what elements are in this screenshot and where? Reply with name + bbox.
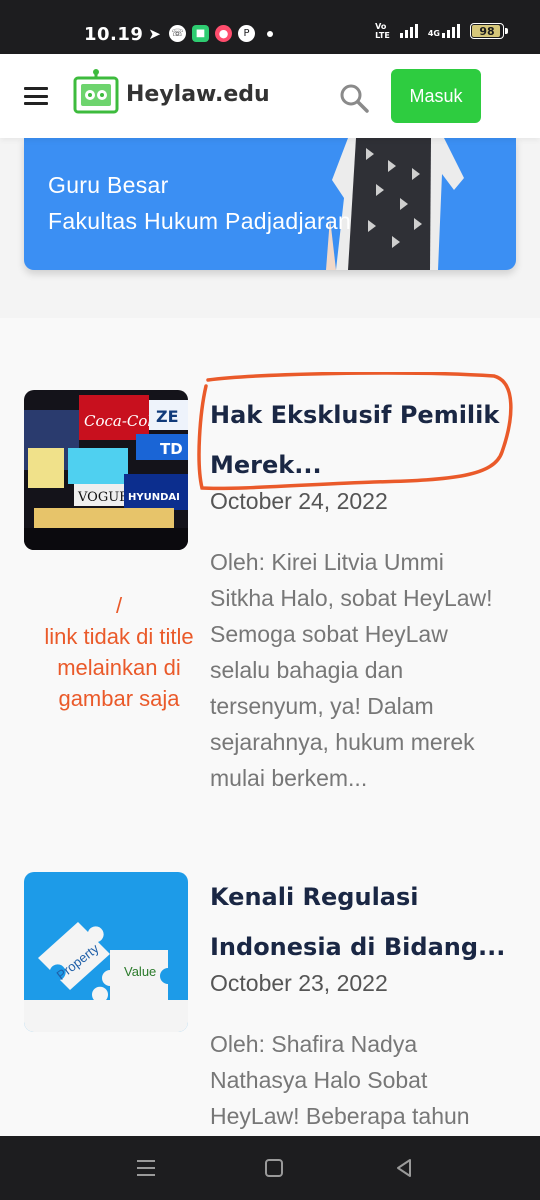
telegram-icon: ➤: [148, 24, 161, 43]
profile-section: Guru Besar Fakultas Hukum Padjadjaran: [0, 138, 540, 318]
site-header: Heylaw.edu Masuk: [0, 54, 540, 138]
profile-card[interactable]: Guru Besar Fakultas Hukum Padjadjaran: [24, 138, 516, 270]
signal-icon: [399, 24, 418, 38]
whatsapp-icon: ☏: [169, 25, 186, 42]
battery-level: 98: [479, 24, 495, 38]
volte-icon: Vo LTE: [375, 22, 390, 40]
incognito-icon: ●: [215, 25, 232, 42]
status-right: Vo LTE 4G 98: [375, 22, 508, 40]
profile-title: Guru Besar: [48, 172, 169, 198]
back-icon[interactable]: [392, 1156, 416, 1180]
status-bar: 10.19 ➤ ☏ ■ ● P Vo LTE 4G 98: [0, 0, 540, 54]
signal-4g-icon: 4G: [428, 24, 460, 38]
login-button[interactable]: Masuk: [391, 69, 481, 123]
thumb-sign-td: TD: [160, 440, 183, 458]
thumb-word-value: Value: [124, 964, 156, 979]
search-icon[interactable]: [338, 82, 370, 114]
status-time: 10.19: [84, 24, 144, 45]
system-nav-bar: [0, 1136, 540, 1200]
annotation-note: / link tidak di title melainkan di gamba…: [26, 590, 212, 714]
article-excerpt: Oleh: Kirei Litvia Ummi Sitkha Halo, sob…: [210, 549, 493, 791]
logo-text[interactable]: Heylaw.edu: [126, 82, 270, 107]
profile-institution: Fakultas Hukum Padjadjaran: [48, 208, 352, 234]
chat-app-icon: ■: [192, 25, 209, 42]
thumb-sign-ze: ZE: [156, 407, 179, 426]
annotation-text: link tidak di title melainkan di gambar …: [44, 624, 194, 711]
pinterest-icon: P: [238, 25, 255, 42]
article-excerpt: Oleh: Shafira Nadya Nathasya Halo Sobat …: [210, 1031, 470, 1129]
notification-icons: ➤ ☏ ■ ● P: [146, 24, 273, 43]
profile-photo: [326, 138, 464, 270]
more-notifications-dot-icon: [267, 30, 273, 37]
article-title: Kenali Regulasi Indonesia di Bidang...: [210, 883, 506, 961]
recent-apps-icon[interactable]: [134, 1156, 158, 1180]
menu-icon[interactable]: [24, 87, 48, 105]
article-date: October 23, 2022: [210, 970, 388, 996]
thumb-sign-hyundai: HYUNDAI: [128, 492, 180, 503]
battery-icon: 98: [470, 23, 508, 39]
thumb-sign-vogue: VOGUE: [77, 490, 129, 505]
annotation-slash: /: [115, 593, 123, 618]
article-thumbnail[interactable]: Coca-Cola ZE TD VOGUE HYUNDAI: [24, 390, 188, 550]
logo-icon[interactable]: [72, 68, 120, 116]
annotation-circle: [197, 372, 513, 491]
home-icon[interactable]: [262, 1156, 286, 1180]
article-thumbnail[interactable]: Property Value: [24, 872, 188, 1032]
